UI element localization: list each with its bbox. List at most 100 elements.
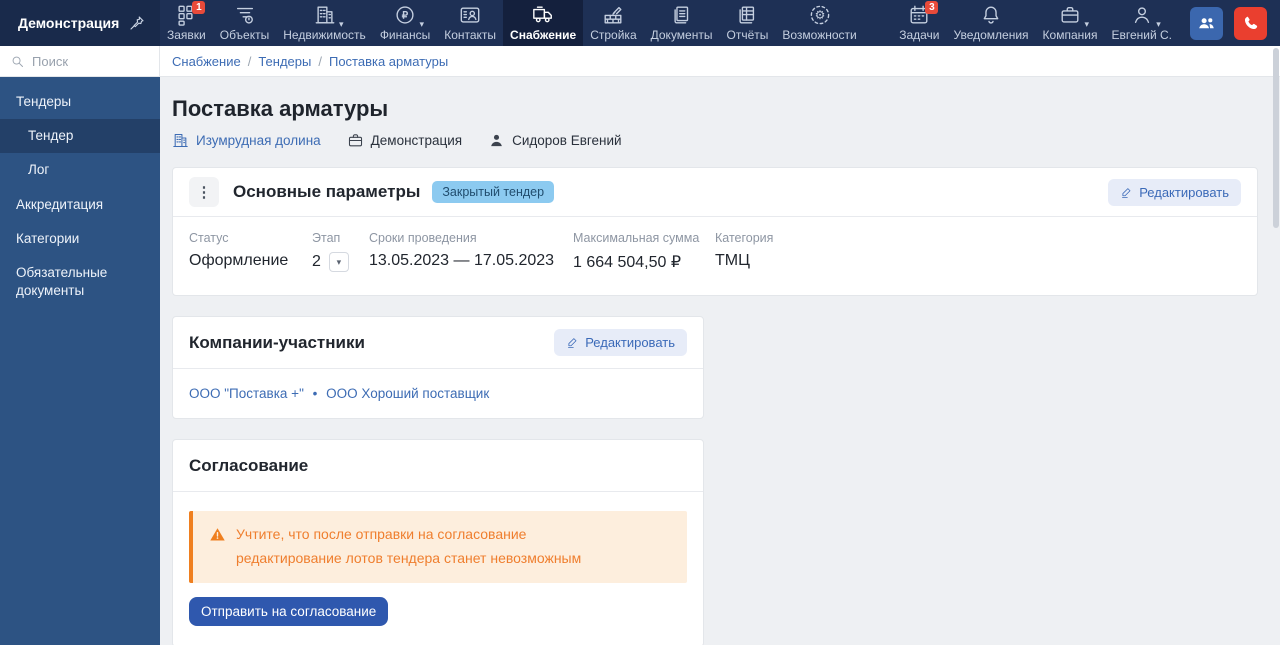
topnav-label: Недвижимость [283, 27, 366, 42]
construction-icon [602, 4, 624, 26]
call-button[interactable] [1234, 6, 1267, 40]
owner-name: Сидоров Евгений [512, 133, 622, 148]
kebab-icon: ⋮ [196, 184, 212, 201]
edit-button-label: Редактировать [585, 335, 675, 350]
sidebar-item-tendery[interactable]: Тендеры [0, 85, 160, 119]
field-label: Максимальная сумма [573, 231, 700, 245]
edit-button[interactable]: Редактировать [1108, 178, 1241, 206]
pencil-icon [1120, 186, 1133, 199]
company-link[interactable]: ООО "Поставка +" [189, 386, 304, 401]
breadcrumb-item-tendery[interactable]: Тендеры [258, 54, 311, 69]
edit-button-label: Редактировать [1139, 184, 1229, 200]
submit-approval-button[interactable]: Отправить на согласование [189, 597, 389, 627]
scrollbar-thumb[interactable] [1273, 48, 1279, 228]
field-value: ТМЦ [715, 252, 750, 269]
edit-button[interactable]: Редактировать [554, 329, 687, 356]
topnav-item-user-profile[interactable]: ▾ Евгений С. [1104, 0, 1179, 46]
topnav-label: Уведомления [953, 27, 1029, 42]
main-menu: 1 Заявки Объекты ▾ Недвижимость ₽ ▾ Финан… [160, 0, 864, 46]
sidebar-item-log[interactable]: Лог [0, 153, 160, 187]
stage-dropdown-button[interactable]: ▾ [328, 252, 349, 272]
topnav-item-vozmozhnosti[interactable]: ⚙ Возможности [775, 0, 863, 46]
topnav-label: Отчёты [726, 27, 769, 42]
main-content: Снабжение / Тендеры / Поставка арматуры … [160, 46, 1280, 645]
briefcase-icon [1059, 4, 1081, 26]
topnav-label: Компания [1042, 27, 1098, 42]
sidebar-menu: Тендеры Тендер Лог Аккредитация Категори… [0, 77, 160, 309]
topnav-item-snabzhenie[interactable]: Снабжение [503, 0, 584, 46]
pin-icon[interactable] [128, 14, 146, 32]
topnav-item-finansy[interactable]: ₽ ▾ Финансы [373, 0, 437, 46]
field-stage: Этап 2 ▾ [312, 231, 369, 272]
sidebar-item-obyazatelnye-dokumenty[interactable]: Обязательные документы [0, 256, 160, 308]
workspace-name: Демонстрация [18, 15, 120, 31]
person-icon [1131, 4, 1153, 26]
field-value: 1 664 504,50 ₽ [573, 254, 682, 271]
breadcrumb-item-snabzhenie[interactable]: Снабжение [172, 54, 241, 69]
topnav-label: Финансы [379, 27, 431, 42]
warning-text: Учтите, что после отправки на согласован… [236, 526, 582, 566]
company-name: Демонстрация [370, 133, 463, 148]
topnav-item-dokumenty[interactable]: Документы [644, 0, 720, 46]
field-max-sum: Максимальная сумма 1 664 504,50 ₽ [573, 231, 715, 272]
pencil-icon [566, 336, 579, 349]
topnav-item-zayavki[interactable]: 1 Заявки [160, 0, 213, 46]
topbar-right-menu: 3 Задачи Уведомления ▾ Компания ▾ Евгени… [892, 0, 1280, 46]
team-button[interactable] [1190, 6, 1223, 40]
report-icon [736, 4, 758, 26]
building-icon [314, 4, 336, 26]
approval-card: Согласование Учтите, что после отправки … [172, 439, 704, 645]
topnav-item-uvedomleniya[interactable]: Уведомления [947, 0, 1036, 46]
topnav-item-kompaniya[interactable]: ▾ Компания [1036, 0, 1105, 46]
topnav-item-nedvizhimost[interactable]: ▾ Недвижимость [276, 0, 373, 46]
chevron-down-icon: ▾ [1156, 18, 1161, 29]
contact-card-icon [459, 4, 481, 26]
topnav-item-zadachi[interactable]: 3 Задачи [892, 0, 946, 46]
svg-text:₽: ₽ [402, 11, 409, 22]
topnav-item-otchety[interactable]: Отчёты [719, 0, 775, 46]
app-window: Демонстрация 1 Заявки Объекты ▾ Недвижим… [0, 0, 1280, 645]
breadcrumb-item-current[interactable]: Поставка арматуры [329, 54, 448, 69]
topnav-label: Объекты [219, 27, 270, 42]
kebab-menu-button[interactable]: ⋮ [189, 177, 219, 207]
chevron-down-icon: ▾ [339, 18, 344, 29]
sidebar-item-akkreditatsiya[interactable]: Аккредитация [0, 188, 160, 222]
company-meta: Демонстрация [347, 132, 462, 149]
breadcrumb-separator: / [318, 53, 322, 69]
chevron-down-icon: ▾ [336, 256, 342, 267]
workspace-switcher[interactable]: Демонстрация [0, 0, 160, 46]
topnav-label: Евгений С. [1111, 27, 1172, 42]
field-label: Статус [189, 231, 229, 245]
person-icon [488, 132, 505, 149]
topnav-item-stroyka[interactable]: Стройка [583, 0, 643, 46]
company-link[interactable]: ООО Хороший поставщик [326, 386, 489, 401]
search-input[interactable] [32, 53, 149, 69]
badge-count: 3 [925, 0, 939, 14]
sidebar-item-tender[interactable]: Тендер [0, 119, 160, 154]
warning-icon [209, 526, 226, 543]
field-label: Этап [312, 231, 341, 245]
topnav-item-kontakty[interactable]: Контакты [437, 0, 503, 46]
ruble-icon: ₽ [394, 4, 416, 26]
field-label: Сроки проведения [369, 231, 477, 245]
page-title: Поставка арматуры [172, 96, 389, 121]
params-fields: Статус Оформление Этап 2 ▾ Сроки проведе… [173, 217, 1257, 295]
breadcrumb-separator: / [247, 53, 252, 69]
sidebar-item-kategorii[interactable]: Категории [0, 222, 160, 256]
phone-icon [1241, 14, 1260, 33]
topnav-item-obekty[interactable]: Объекты [213, 0, 277, 46]
project-link[interactable]: Изумрудная долина [172, 132, 321, 149]
chevron-down-icon: ▾ [419, 18, 424, 29]
topnav-label: Задачи [899, 27, 940, 42]
main-params-card: ⋮ Основные параметры Закрытый тендер Ред… [172, 167, 1258, 296]
topnav-label: Возможности [782, 27, 857, 42]
scrollbar[interactable] [1273, 48, 1279, 642]
card-title: Компании-участники [189, 332, 365, 352]
warning-banner: Учтите, что после отправки на согласован… [189, 511, 687, 584]
briefcase-icon [347, 132, 364, 149]
card-title: Основные параметры [233, 182, 421, 201]
field-dates: Сроки проведения 13.05.2023 — 17.05.2023 [369, 231, 573, 272]
participants-list: ООО "Поставка +" • ООО Хороший поставщик [173, 369, 703, 418]
field-category: Категория ТМЦ [715, 231, 773, 272]
top-navigation-bar: Демонстрация 1 Заявки Объекты ▾ Недвижим… [0, 0, 1280, 46]
